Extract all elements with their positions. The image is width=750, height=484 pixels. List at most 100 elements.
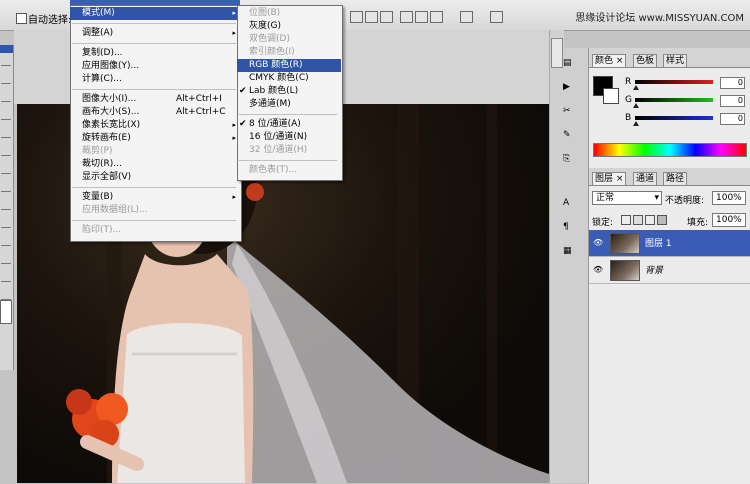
mode-menu-item[interactable]: 灰度(G) bbox=[237, 20, 341, 33]
tools-panel-header[interactable] bbox=[0, 45, 13, 53]
image-menu-item[interactable]: 变量(B) ▸ bbox=[70, 191, 240, 204]
align-vcenter-icon[interactable] bbox=[365, 11, 378, 23]
image-menu-item[interactable]: 调整(A) ▸ bbox=[70, 27, 240, 40]
close-icon[interactable]: × bbox=[616, 174, 624, 184]
layer-row[interactable]: 👁 图层 1 bbox=[589, 230, 750, 257]
watermark-text: 思缘设计论坛 www.MISSYUAN.COM bbox=[575, 13, 744, 24]
tab-swatches[interactable]: 色板 bbox=[633, 54, 658, 67]
channel-slider[interactable] bbox=[635, 98, 713, 102]
image-menu-item[interactable]: 画布大小(S)... Alt+Ctrl+C bbox=[70, 106, 240, 119]
heal-tool-icon[interactable] bbox=[1, 137, 11, 148]
tab-color[interactable]: 颜色 × bbox=[592, 54, 627, 67]
align-bottom-icon[interactable] bbox=[380, 11, 393, 23]
image-menu-item[interactable]: 裁切(R)... bbox=[70, 158, 240, 171]
mode-menu-item: 32 位/通道(H) bbox=[237, 144, 341, 157]
fill-input[interactable]: 100% bbox=[712, 213, 746, 227]
mode-menu-item[interactable]: 8 位/通道(A) ✔ bbox=[237, 118, 341, 131]
menu-item-label: 裁切(R)... bbox=[82, 159, 122, 169]
menu-separator bbox=[239, 114, 337, 115]
mode-menu-item: 双色调(D) bbox=[237, 33, 341, 46]
image-menu-item[interactable]: 应用图像(Y)... bbox=[70, 60, 240, 73]
actions-icon[interactable]: ▶ bbox=[563, 82, 570, 92]
eraser-tool-icon[interactable] bbox=[1, 191, 11, 202]
history-icon[interactable]: ▤ bbox=[563, 58, 572, 68]
image-menu-item: 陷印(T)... bbox=[70, 224, 240, 237]
layer-thumbnail bbox=[610, 260, 640, 281]
submenu-arrow-icon: ▸ bbox=[232, 134, 236, 142]
align-left-icon[interactable] bbox=[400, 11, 413, 23]
channel-slider[interactable] bbox=[635, 116, 713, 120]
tab-layers[interactable]: 图层 × bbox=[592, 172, 627, 185]
channel-value-input[interactable]: 0 bbox=[720, 113, 745, 125]
vertical-scrollbar[interactable] bbox=[549, 30, 564, 483]
slider-handle-icon[interactable] bbox=[633, 121, 639, 126]
shape-tool-icon[interactable] bbox=[1, 281, 11, 292]
slider-handle-icon[interactable] bbox=[633, 103, 639, 108]
channel-label: R bbox=[625, 77, 632, 87]
image-menu-item[interactable]: 图像大小(I)... Alt+Ctrl+I bbox=[70, 93, 240, 106]
background-color-swatch[interactable] bbox=[603, 88, 619, 104]
character-icon[interactable]: A bbox=[563, 198, 569, 208]
crop-tool-icon[interactable] bbox=[1, 119, 11, 130]
menu-item-label: 应用数据组(L)... bbox=[82, 205, 148, 215]
image-menu-item[interactable]: 计算(C)... bbox=[70, 73, 240, 86]
clone-source-icon[interactable]: ⎘ bbox=[563, 154, 570, 164]
check-icon: ✔ bbox=[239, 119, 247, 129]
paragraph-icon[interactable]: ¶ bbox=[563, 222, 569, 232]
color-panel: R 0 G 0 B 0 bbox=[589, 67, 750, 168]
image-menu-item[interactable]: 像素长宽比(X) ▸ bbox=[70, 119, 240, 132]
channel-slider[interactable] bbox=[635, 80, 713, 84]
tab-styles[interactable]: 样式 bbox=[663, 54, 688, 67]
layer-name: 背景 bbox=[645, 266, 664, 276]
menu-separator bbox=[72, 187, 236, 188]
image-menu-item[interactable]: 显示全部(V) bbox=[70, 171, 240, 184]
align-top-icon[interactable] bbox=[350, 11, 363, 23]
channel-label: B bbox=[625, 113, 632, 123]
type-tool-icon[interactable] bbox=[1, 263, 11, 274]
pen-tool-icon[interactable] bbox=[1, 245, 11, 256]
eye-visibility-icon[interactable]: 👁 bbox=[593, 238, 603, 247]
mode-menu-item[interactable]: RGB 颜色(R) bbox=[237, 59, 341, 72]
marquee-tool-icon[interactable] bbox=[1, 83, 11, 94]
scrollbar-thumb[interactable] bbox=[551, 38, 563, 68]
layer-comps-icon[interactable]: ▦ bbox=[563, 246, 572, 256]
channel-value-input[interactable]: 0 bbox=[720, 77, 745, 89]
color-spectrum-bar[interactable] bbox=[593, 143, 747, 157]
tab-channels[interactable]: 通道 bbox=[633, 172, 658, 185]
opacity-input[interactable]: 100% bbox=[712, 191, 746, 205]
mode-menu-item[interactable]: 16 位/通道(N) bbox=[237, 131, 341, 144]
blend-mode-select[interactable]: 正常 ▾ bbox=[592, 191, 662, 205]
color-swatches-tool[interactable] bbox=[0, 300, 12, 324]
lock-all-icon[interactable] bbox=[657, 215, 667, 225]
image-menu-item[interactable]: 复制(D)... bbox=[70, 47, 240, 60]
align-hcenter-icon[interactable] bbox=[415, 11, 428, 23]
auto-align-icon[interactable] bbox=[490, 11, 503, 23]
channel-value-input[interactable]: 0 bbox=[720, 95, 745, 107]
dodge-tool-icon[interactable] bbox=[1, 227, 11, 238]
tool-presets-icon[interactable]: ✂ bbox=[563, 106, 571, 116]
menu-item-label: 16 位/通道(N) bbox=[249, 132, 308, 142]
mode-menu-item[interactable]: 多通道(M) bbox=[237, 98, 341, 111]
image-menu-item[interactable]: 模式(M) ▸ bbox=[70, 7, 240, 20]
gradient-tool-icon[interactable] bbox=[1, 209, 11, 220]
brushes-icon[interactable]: ✎ bbox=[563, 130, 571, 140]
tab-paths[interactable]: 路径 bbox=[663, 172, 688, 185]
auto-select-checkbox[interactable] bbox=[16, 13, 27, 24]
menu-item-label: 8 位/通道(A) bbox=[249, 119, 301, 129]
eye-visibility-icon[interactable]: 👁 bbox=[593, 265, 603, 274]
brush-tool-icon[interactable] bbox=[1, 155, 11, 166]
lock-position-icon[interactable] bbox=[645, 215, 655, 225]
close-icon[interactable]: × bbox=[616, 56, 624, 66]
mode-menu-item[interactable]: Lab 颜色(L) ✔ bbox=[237, 85, 341, 98]
image-menu-item[interactable]: 旋转画布(E) ▸ bbox=[70, 132, 240, 145]
layer-row[interactable]: 👁 背景 bbox=[589, 257, 750, 284]
align-right-icon[interactable] bbox=[430, 11, 443, 23]
slider-handle-icon[interactable] bbox=[633, 85, 639, 90]
mode-menu-item[interactable]: CMYK 颜色(C) bbox=[237, 72, 341, 85]
lock-image-icon[interactable] bbox=[633, 215, 643, 225]
lasso-tool-icon[interactable] bbox=[1, 101, 11, 112]
move-tool-icon[interactable] bbox=[1, 65, 11, 76]
lock-transparent-icon[interactable] bbox=[621, 215, 631, 225]
distribute-icon[interactable] bbox=[460, 11, 473, 23]
stamp-tool-icon[interactable] bbox=[1, 173, 11, 184]
